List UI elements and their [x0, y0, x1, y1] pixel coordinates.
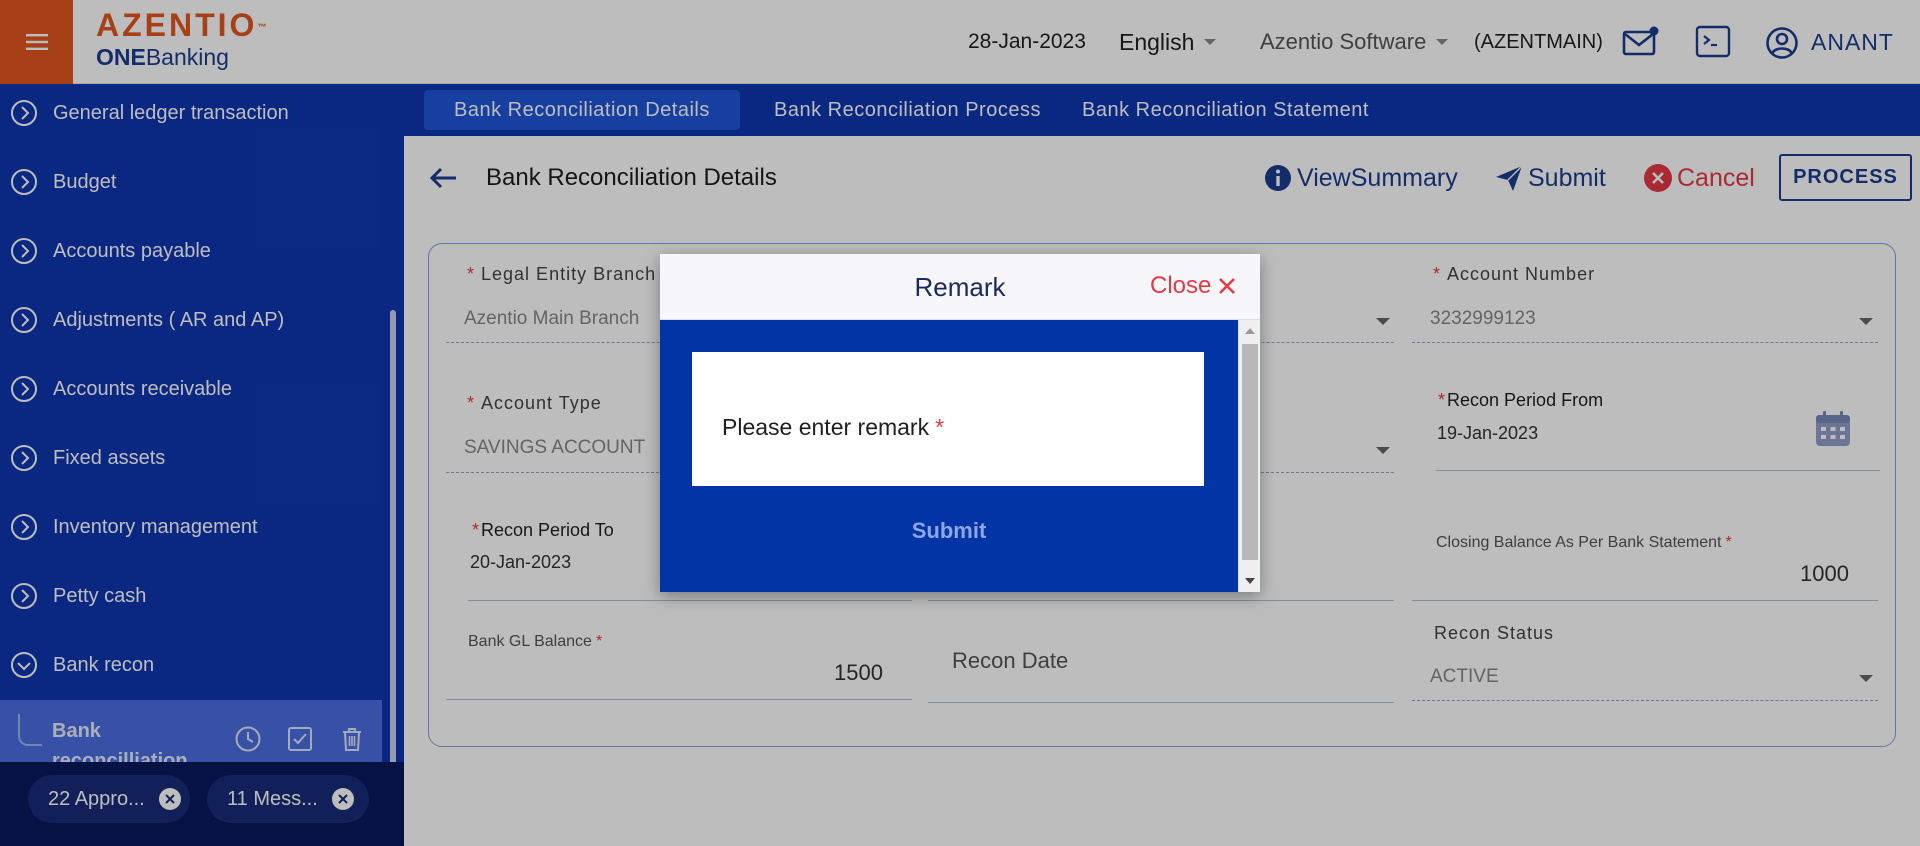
scroll-up-icon[interactable]: [1245, 328, 1255, 334]
modal-header: Remark Close: [660, 254, 1260, 320]
close-icon: [1219, 278, 1236, 294]
modal-body: Please enter remark * Submit: [660, 320, 1238, 592]
remark-modal: Remark Close Please enter remark * Submit: [660, 254, 1260, 592]
close-label: Close: [1150, 272, 1212, 299]
modal-submit-button[interactable]: Submit: [660, 518, 1238, 544]
modal-scrollbar[interactable]: [1238, 320, 1260, 592]
modal-close-button[interactable]: Close: [1150, 272, 1237, 300]
scroll-thumb[interactable]: [1242, 344, 1258, 560]
scroll-down-icon[interactable]: [1245, 578, 1255, 584]
remark-input[interactable]: Please enter remark *: [692, 352, 1204, 486]
remark-placeholder: Please enter remark *: [722, 414, 945, 440]
